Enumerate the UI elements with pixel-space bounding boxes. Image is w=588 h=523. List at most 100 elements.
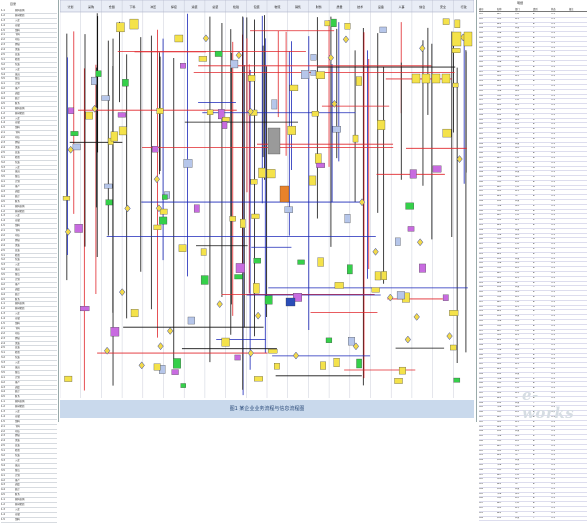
right-table-cell: 005 <box>479 435 483 438</box>
right-table-cell: 财务 <box>515 296 520 299</box>
process-step-box <box>116 22 125 33</box>
right-table-cell: 财务 <box>515 94 520 97</box>
right-table-cell: 005 <box>479 377 483 380</box>
right-table-cell: 审批 <box>497 161 502 164</box>
right-table-cell: 正常 <box>551 94 556 97</box>
right-table-cell: B <box>533 60 535 63</box>
process-step-box <box>348 337 355 346</box>
left-index-code: 4-1 <box>1 277 5 281</box>
left-index-label: 总装 <box>15 150 20 154</box>
process-step-box <box>159 208 168 215</box>
right-table-cell: 检验 <box>497 315 502 318</box>
right-table-cell <box>569 90 587 94</box>
right-table-cell: 输出 <box>497 252 502 255</box>
left-index-label: 焊接 <box>15 43 20 47</box>
right-table-cell: 正常 <box>551 84 556 87</box>
right-table-cell: 正常 <box>551 343 556 346</box>
left-index-rows: 1-1 原料采购 1-2 原材检验 1-3 入库 1-4 仓储 1-5 领料 2-1 下料 2-2 冲压 2… <box>1 9 57 523</box>
right-table-cell <box>569 143 587 147</box>
process-step-box <box>310 54 317 61</box>
right-table-cell: 正常 <box>551 41 556 44</box>
process-step-box <box>240 218 246 228</box>
right-table-cell: A <box>533 224 535 227</box>
right-table-cell: A <box>533 180 535 183</box>
right-table-cell: A <box>533 353 535 356</box>
document-symbol <box>411 73 421 84</box>
right-table-cell <box>569 80 587 84</box>
process-step-box <box>180 63 186 69</box>
process-step-box <box>311 111 319 117</box>
right-table-cell <box>569 253 587 257</box>
right-table-cell <box>569 301 587 305</box>
right-table-cell: B <box>533 348 535 351</box>
left-index-label: 入库 <box>15 458 20 462</box>
left-index-code: 1-2 <box>1 111 5 115</box>
right-table-cell: A <box>533 128 535 131</box>
process-step-box <box>117 112 126 118</box>
left-index-code: 2-3 <box>1 336 5 340</box>
right-table-cell: 物流 <box>515 60 520 63</box>
right-table-cell: 审批 <box>497 363 502 366</box>
right-table-cell <box>569 325 587 329</box>
right-table-cell: 001 <box>479 41 483 44</box>
right-table-cell <box>569 234 587 238</box>
right-table-cell <box>569 157 587 161</box>
right-table-cell: 输出 <box>497 367 502 370</box>
right-table-cell: 物流 <box>515 32 520 35</box>
left-index-code: 2-4 <box>1 243 5 247</box>
right-table-cell <box>569 200 587 204</box>
right-table-cell: 正常 <box>551 200 556 203</box>
right-table-cell: 检验 <box>497 84 502 87</box>
process-step-box <box>453 377 461 383</box>
left-index-label: 计划 <box>15 375 20 379</box>
left-index-label: 售后 <box>15 273 20 277</box>
process-step-box <box>330 18 337 27</box>
right-table-cell: C <box>533 142 535 145</box>
left-index-label: 包装 <box>15 454 20 458</box>
decision-diamond <box>119 288 126 297</box>
left-index-label: 下料 <box>15 33 20 37</box>
right-table-cell: 004 <box>479 343 483 346</box>
right-table-cell <box>569 71 587 75</box>
right-table-cell: 006 <box>479 324 483 327</box>
lane-title: 仓储 <box>109 4 115 9</box>
lane-title: 包装 <box>254 4 260 9</box>
left-index-label: 统计 <box>15 194 20 198</box>
process-step-box <box>333 357 340 367</box>
right-table-cell: 物流 <box>515 291 520 294</box>
right-table-cell: A <box>533 367 535 370</box>
right-table-cell: 006 <box>479 94 483 97</box>
right-table-cell <box>569 109 587 113</box>
right-table-cell: 正常 <box>551 233 556 236</box>
right-table-cell: 正常 <box>551 228 556 231</box>
right-table-cell: 正常 <box>551 502 556 505</box>
right-table-cell: 检验 <box>497 113 502 116</box>
right-table-cell: 正常 <box>551 267 556 270</box>
right-table-cell: 生产 <box>515 367 520 370</box>
left-index-code: 4-2 <box>1 185 5 189</box>
document-symbol <box>421 73 431 84</box>
right-table-cell <box>569 167 587 171</box>
left-index-label: 入库 <box>15 18 20 22</box>
right-table-cell: 正常 <box>551 161 556 164</box>
left-index-label: 入库 <box>15 410 20 414</box>
decision-diamond <box>413 313 420 321</box>
left-index-label: 检验 <box>15 449 20 453</box>
process-step-box <box>74 224 83 233</box>
process-step-box <box>374 271 381 281</box>
right-table-cell <box>569 32 587 36</box>
right-table-cell: 审批 <box>497 132 502 135</box>
process-step-box <box>268 349 278 354</box>
decision-diamond <box>67 145 74 154</box>
process-step-box <box>70 131 79 136</box>
right-table-cell: A <box>533 272 535 275</box>
right-table-cell <box>569 243 587 247</box>
right-table-cell: 生产 <box>515 310 520 313</box>
right-table-cell: 正常 <box>551 238 556 241</box>
right-table-cell <box>569 440 587 444</box>
left-index-code: 3-3 <box>1 361 5 365</box>
right-table-cell: 001 <box>479 156 483 159</box>
left-index-code: 2-5 <box>1 346 5 350</box>
right-table-row: 004 检验 质量 C 正常 <box>479 517 587 522</box>
lane-title: 涂装 <box>192 4 198 9</box>
